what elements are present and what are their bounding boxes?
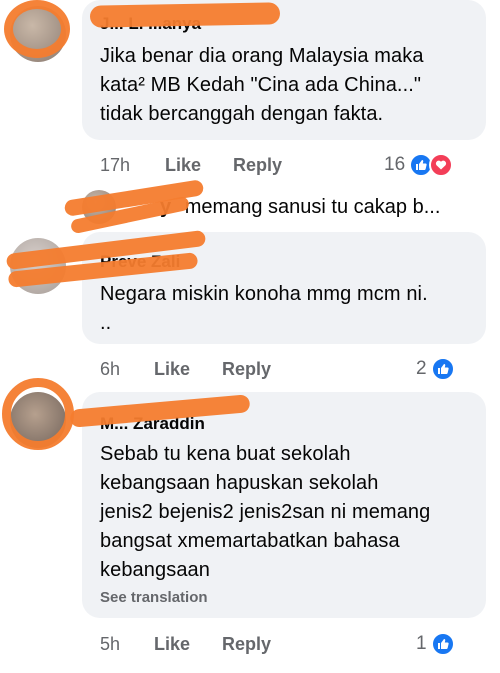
redaction-scribble	[89, 2, 281, 28]
reply-button[interactable]: Reply	[222, 359, 271, 380]
like-button[interactable]: Like	[154, 634, 190, 655]
reaction-count: 2	[416, 358, 427, 379]
like-button[interactable]: Like	[154, 359, 190, 380]
comment-text-line: bangsat xmemartabatkan bahasa	[100, 530, 400, 552]
see-translation-link[interactable]: See translation	[100, 589, 468, 606]
comment-text-line: kebangsaan hapuskan sekolah	[100, 472, 379, 494]
reaction-summary[interactable]: 16	[384, 153, 454, 177]
reaction-count: 16	[384, 154, 406, 175]
redaction-scribble	[2, 378, 74, 450]
reaction-count: 1	[416, 633, 427, 654]
reply-button[interactable]: Reply	[233, 155, 282, 176]
comment-timestamp[interactable]: 6h	[100, 359, 120, 380]
like-button[interactable]: Like	[165, 155, 201, 176]
comment-text-line: kata² MB Kedah "Cina ada China..."	[100, 74, 422, 96]
comment-text-line: ..	[100, 312, 112, 334]
comment-timestamp[interactable]: 5h	[100, 634, 120, 655]
redaction-scribble	[4, 0, 70, 58]
like-reaction-icon	[430, 632, 455, 656]
reply-text: memang sanusi tu cakap b...	[184, 196, 441, 218]
comment-text-line: Jika benar dia orang Malaysia maka	[100, 45, 424, 67]
comment-bubble: M... Zaraddin Sebab tu kena buat sekolah…	[82, 392, 486, 618]
reaction-summary[interactable]: 2	[416, 357, 455, 381]
love-reaction-icon	[429, 153, 454, 177]
comment-timestamp[interactable]: 17h	[100, 155, 130, 176]
like-reaction-icon	[430, 357, 455, 381]
comment-text-line: jenis2 bejenis2 jenis2san ni memang	[100, 501, 431, 523]
comment-text-line: tidak bercanggah dengan fakta.	[100, 103, 384, 125]
comment-text-line: Sebab tu kena buat sekolah	[100, 443, 351, 465]
reply-button[interactable]: Reply	[222, 634, 271, 655]
comment-text-line: kebangsaan	[100, 559, 210, 581]
comment-text-line: Negara miskin konoha mmg mcm ni.	[100, 283, 428, 305]
reaction-summary[interactable]: 1	[416, 632, 455, 656]
